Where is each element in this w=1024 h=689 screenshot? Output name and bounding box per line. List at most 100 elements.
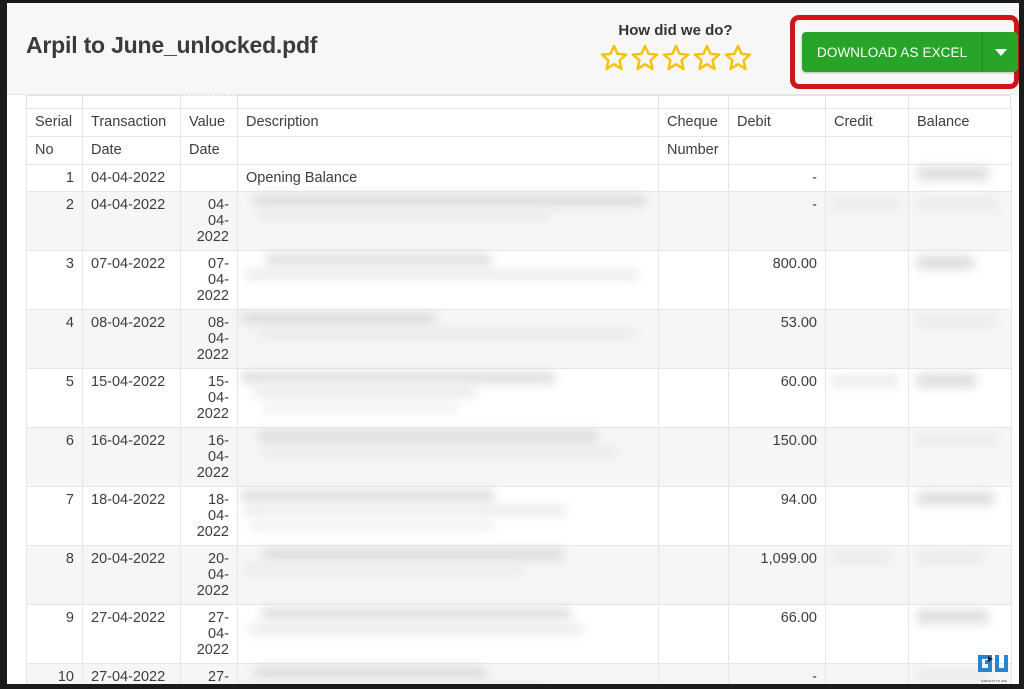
- app-screen: Arpil to June_unlocked.pdf How did we do…: [0, 0, 1024, 689]
- cell-cheque-number: [658, 309, 729, 369]
- cell-value-date: 27-04- 2022: [180, 663, 238, 686]
- redaction-band: [240, 490, 494, 501]
- redaction-band: [240, 313, 437, 324]
- col-header-description-line2: [237, 136, 659, 165]
- cell-description: Opening Balance: [237, 164, 659, 192]
- cell-cheque-number: [658, 427, 729, 487]
- col-header-transaction-line1: Transaction: [82, 108, 181, 137]
- star-icon-4[interactable]: [692, 43, 722, 77]
- col-header-debit-line2: [728, 136, 826, 165]
- cell-serial: 9: [26, 604, 83, 664]
- cell-transaction-date: 04-04-2022: [82, 164, 181, 192]
- cell-cheque-number: [658, 191, 729, 251]
- frame-edge-bottom: [0, 684, 1024, 689]
- redaction-band: [265, 254, 491, 265]
- watermark-logo: GADGETS TO USE: [976, 653, 1012, 683]
- cell-balance: [908, 368, 1012, 428]
- col-header-credit-line1: Credit: [825, 108, 909, 137]
- cell-debit: 60.00: [728, 368, 826, 428]
- redaction-band: [254, 667, 486, 678]
- cell-cheque-number: [658, 368, 729, 428]
- page-title: Arpil to June_unlocked.pdf: [26, 32, 318, 58]
- cell-balance: [908, 164, 1012, 192]
- download-as-excel-control[interactable]: DOWNLOAD AS EXCEL: [802, 32, 1019, 72]
- redaction-band: [917, 551, 984, 564]
- table-row[interactable]: 7 18-04-2022 18-04- 2022 94.00: [26, 486, 1012, 546]
- redaction-band: [917, 374, 977, 387]
- col-header-balance-line1: Balance: [908, 108, 1012, 137]
- table-row[interactable]: 9 27-04-2022 27-04- 2022 66.00: [26, 604, 1012, 664]
- cell-serial: 7: [26, 486, 83, 546]
- cell-cheque-number: [658, 604, 729, 664]
- table-row[interactable]: 3 07-04-2022 07-04- 2022 800.00: [26, 250, 1012, 310]
- cell-description: [237, 191, 659, 251]
- redaction-band: [257, 210, 552, 221]
- cell-value-date: [180, 164, 238, 192]
- download-options-dropdown-button[interactable]: [983, 32, 1019, 72]
- clipped-row-above: [26, 95, 1011, 109]
- star-icon-3[interactable]: [661, 43, 691, 77]
- bank-statement-table: Serial Transaction Value Description Che…: [26, 108, 1012, 686]
- col-header-cheque-line2: Number: [658, 136, 729, 165]
- cell-value-date: 08-04- 2022: [180, 309, 238, 369]
- cell-transaction-date: 20-04-2022: [82, 545, 181, 605]
- table-row[interactable]: 6 16-04-2022 16-04- 2022 150.00: [26, 427, 1012, 487]
- redaction-band: [254, 195, 647, 206]
- redaction-band: [832, 198, 900, 210]
- table-row[interactable]: 1027-04-202227-04- 2022 -: [26, 663, 1012, 686]
- cell-serial: 1: [26, 164, 83, 192]
- cell-balance: [908, 191, 1012, 251]
- cell-credit: [825, 486, 909, 546]
- redaction-band: [245, 269, 639, 280]
- header-row-line2: No Date Date Number: [26, 136, 1012, 165]
- cell-credit: [825, 250, 909, 310]
- star-rating[interactable]: [593, 43, 758, 77]
- cell-transaction-date: 18-04-2022: [82, 486, 181, 546]
- redaction-band: [257, 328, 637, 339]
- redaction-band: [917, 167, 989, 180]
- cell-cheque-number: [658, 486, 729, 546]
- cell-value-date: 04-04- 2022: [180, 191, 238, 251]
- cell-value-date: 15-04- 2022: [180, 368, 238, 428]
- cell-debit: 53.00: [728, 309, 826, 369]
- redaction-band: [252, 387, 477, 398]
- watermark-tagline: GADGETS TO USE: [981, 680, 1007, 683]
- star-icon-1[interactable]: [599, 43, 629, 77]
- redaction-band: [245, 564, 525, 575]
- rating-prompt-label: How did we do?: [618, 22, 733, 39]
- star-icon-2[interactable]: [630, 43, 660, 77]
- table-row[interactable]: 5 15-04-2022 15-04- 2022 60.00: [26, 368, 1012, 428]
- cell-credit: [825, 663, 909, 686]
- cell-description: [237, 545, 659, 605]
- cell-transaction-date: 04-04-2022: [82, 191, 181, 251]
- table-row[interactable]: 4 08-04-2022 08-04- 2022 53.00: [26, 309, 1012, 369]
- cell-credit: [825, 604, 909, 664]
- table-row[interactable]: 2 04-04-2022 04-04- 2022 -: [26, 191, 1012, 251]
- cell-cheque-number: [658, 164, 729, 192]
- table-row[interactable]: 1 04-04-2022 Opening Balance -: [26, 164, 1012, 192]
- cell-transaction-date: 27-04-2022: [82, 604, 181, 664]
- cell-value-date: 27-04- 2022: [180, 604, 238, 664]
- redaction-band: [262, 446, 619, 457]
- cell-balance: [908, 486, 1012, 546]
- star-icon-5[interactable]: [723, 43, 753, 77]
- rating-widget: How did we do?: [593, 21, 758, 77]
- redaction-band: [261, 608, 571, 619]
- redaction-band: [832, 552, 891, 564]
- table-head: Serial Transaction Value Description Che…: [26, 108, 1012, 165]
- cell-description: [237, 309, 659, 369]
- frame-edge-right: [1019, 0, 1024, 689]
- redaction-band: [258, 431, 598, 442]
- cell-transaction-date: 15-04-2022: [82, 368, 181, 428]
- gu-logo-icon: [978, 655, 1008, 672]
- table-row[interactable]: 8 20-04-2022 20-04- 2022 1,099.00: [26, 545, 1012, 605]
- cell-debit: 1,099.00: [728, 545, 826, 605]
- col-header-cheque-line1: Cheque: [658, 108, 729, 137]
- col-header-transaction-line2: Date: [82, 136, 181, 165]
- cell-transaction-date: 16-04-2022: [82, 427, 181, 487]
- cell-description: [237, 427, 659, 487]
- download-as-excel-button[interactable]: DOWNLOAD AS EXCEL: [802, 32, 984, 72]
- cell-debit: 66.00: [728, 604, 826, 664]
- cell-credit: [825, 368, 909, 428]
- statement-table-region: Serial Transaction Value Description Che…: [7, 95, 1019, 686]
